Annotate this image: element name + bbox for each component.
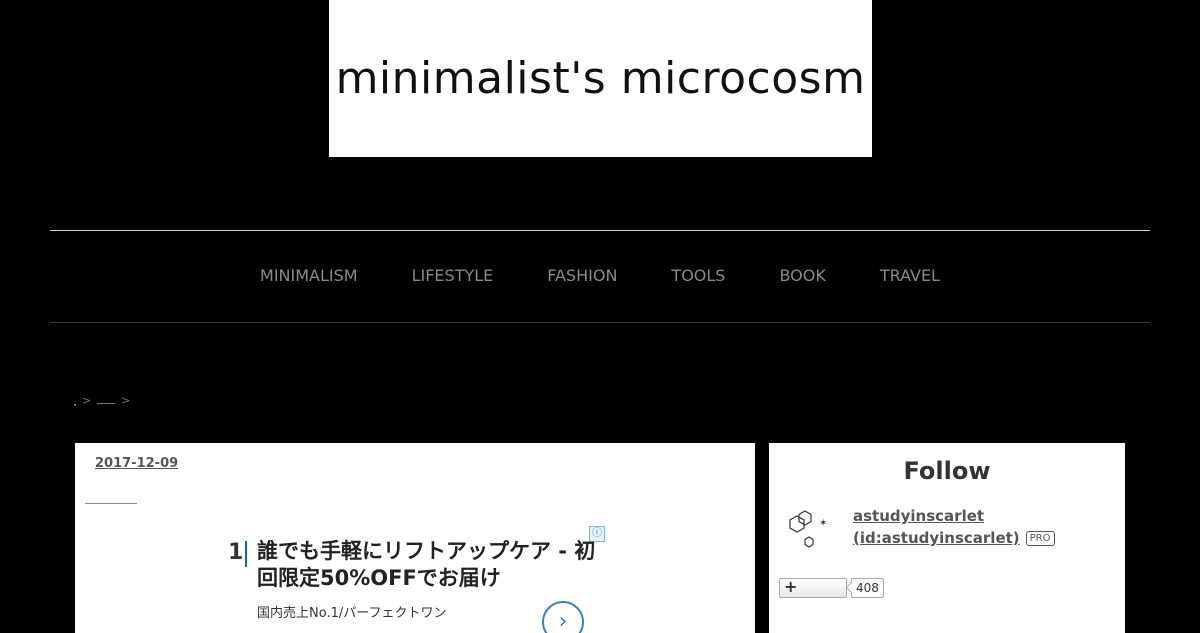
svg-text:✶: ✶ xyxy=(819,518,827,529)
site-title-box[interactable]: minimalist's microcosm xyxy=(329,0,872,157)
nav-item-book[interactable]: BOOK xyxy=(779,266,825,285)
nav-item-lifestyle[interactable]: LIFESTYLE xyxy=(412,266,494,285)
user-id[interactable]: (id:astudyinscarlet) xyxy=(853,529,1020,547)
breadcrumb-separator: > xyxy=(82,394,92,407)
ad-number: 1 xyxy=(228,540,244,565)
breadcrumb-home[interactable] xyxy=(74,403,76,406)
ad-subtext[interactable]: 国内売上No.1/パーフェクトワン xyxy=(257,602,446,621)
article-title-placeholder xyxy=(85,503,137,504)
user-profile-link[interactable]: astudyinscarlet (id:astudyinscarlet) PRO xyxy=(853,505,1055,549)
site-title[interactable]: minimalist's microcosm xyxy=(336,53,866,104)
ad-headline[interactable]: 誰でも手軽にリフトアップケア - 初回限定50%OFFでお届け xyxy=(257,538,602,592)
nav-item-minimalism[interactable]: MINIMALISM xyxy=(260,266,358,285)
breadcrumb: > > xyxy=(74,394,130,407)
header-divider-bottom xyxy=(50,322,1150,323)
nav-item-fashion[interactable]: FASHION xyxy=(547,266,617,285)
follower-count: 408 xyxy=(851,578,884,598)
breadcrumb-separator: > xyxy=(121,394,131,407)
pro-badge: PRO xyxy=(1025,531,1055,546)
sidebar-follow-panel: Follow ✶ astudyinscarlet (id:astudyinsca… xyxy=(769,443,1125,633)
article-panel: 2017-12-09 1 ⓘ 誰でも手軽にリフトアップケア - 初回限定50%O… xyxy=(75,443,755,633)
sponsored-ad[interactable]: 1 ⓘ 誰でも手軽にリフトアップケア - 初回限定50%OFFでお届け 国内売上… xyxy=(225,525,610,633)
follow-button[interactable]: + xyxy=(779,577,847,598)
breadcrumb-category[interactable] xyxy=(97,403,116,404)
follow-heading: Follow xyxy=(903,457,991,485)
nav-item-travel[interactable]: TRAVEL xyxy=(880,266,940,285)
chevron-right-icon[interactable]: › xyxy=(542,601,584,633)
nav-item-tools[interactable]: TOOLS xyxy=(671,266,725,285)
hexagon-molecule-icon[interactable]: ✶ xyxy=(783,510,833,550)
header-divider-top xyxy=(50,230,1150,231)
category-nav: MINIMALISM LIFESTYLE FASHION TOOLS BOOK … xyxy=(0,266,1200,285)
article-date[interactable]: 2017-12-09 xyxy=(95,456,178,471)
ad-accent-bar xyxy=(245,541,247,567)
plus-icon: + xyxy=(784,577,798,596)
username[interactable]: astudyinscarlet xyxy=(853,505,1055,527)
